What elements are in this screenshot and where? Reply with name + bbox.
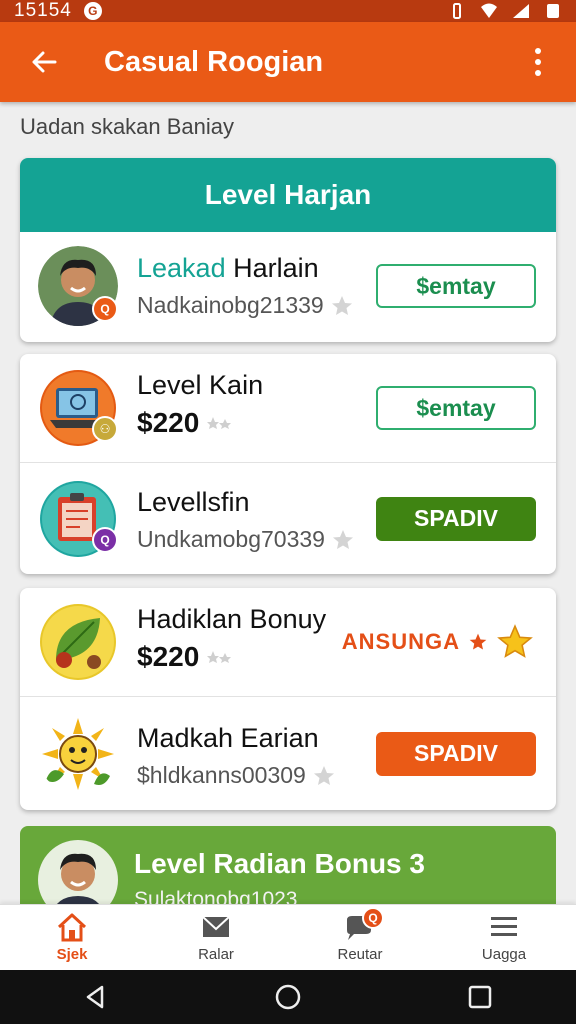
action-button[interactable]: SPADIV [376, 496, 536, 541]
nav-item-chat[interactable]: Q Reutar [288, 905, 432, 970]
item-subtext: Nadkainobg21339 [137, 292, 354, 319]
menu-icon [491, 917, 517, 936]
nav-label: Sjek [56, 946, 88, 963]
card-title: Level Radian Bonus 3 [134, 848, 425, 879]
item-price: $220 [137, 407, 263, 439]
nav-label: Reutar [337, 946, 383, 963]
item-price: $220 [137, 641, 326, 673]
more-vertical-icon[interactable] [522, 40, 554, 84]
star-icon [331, 295, 352, 315]
item-subtext: Undkamobg70339 [137, 526, 355, 553]
nav-item-home[interactable]: Sjek [0, 905, 144, 970]
item-name: Madkah Earian [137, 723, 319, 753]
status-time: 15154 [14, 0, 72, 21]
star-icon [497, 624, 533, 658]
system-navigation-bar [0, 970, 576, 1024]
star-icon [332, 529, 353, 549]
system-recents-icon[interactable] [466, 983, 494, 1011]
battery-icon [547, 4, 559, 18]
system-back-icon[interactable] [82, 983, 110, 1011]
wifi-icon [481, 3, 497, 18]
level-card-1: Level Harjan Q Leakad Harlain Nadkainobg… [20, 158, 556, 342]
promo-badge[interactable]: ANSUNGA [342, 623, 534, 661]
app-bar: Casual Roogian [0, 22, 576, 102]
claim-button[interactable]: $emtay [376, 386, 536, 430]
home-icon [57, 913, 87, 942]
bottom-navigation: Sjek Ralar Q Reutar Uagga [0, 904, 576, 970]
notification-badge-icon: Q [362, 907, 384, 929]
leaf-icon [40, 604, 116, 680]
level-card-4[interactable]: Level Radian Bonus 3 Sulaktonobg1023 [20, 826, 556, 916]
item-name: Levellsfin [137, 487, 250, 517]
status-bar: 15154 G [0, 0, 576, 22]
action-button[interactable]: SPADIV [376, 731, 536, 776]
item-name: Hadiklan Bonuy [137, 604, 327, 634]
nav-label: Uagga [481, 946, 527, 963]
star-icon [207, 417, 232, 429]
list-item: Madkah Earian $hldkanns00309 SPADIV [20, 696, 556, 810]
page-title: Casual Roogian [104, 45, 324, 78]
back-button[interactable] [22, 40, 66, 84]
list-item: Q Levellsfin Undkamobg70339 SPADIV [20, 462, 556, 574]
gamepad-badge-icon: ⚇ [92, 416, 118, 442]
list-item: Q Leakad Harlain Nadkainobg21339 $emtay [20, 232, 556, 340]
vibrate-icon [453, 3, 461, 19]
nav-item-mail[interactable]: Ralar [144, 905, 288, 970]
nav-label: Ralar [198, 946, 234, 963]
item-name: Leakad Harlain [137, 253, 319, 283]
claim-button[interactable]: $emtay [376, 264, 536, 308]
level-card-3: Hadiklan Bonuy $220 ANSUNGA Madkah Earia… [20, 588, 556, 810]
sun-icon [42, 717, 114, 790]
item-name: Level Kain [137, 370, 264, 400]
card-header: Level Harjan [20, 158, 556, 232]
system-home-icon[interactable] [274, 983, 302, 1011]
arrow-left-icon [32, 51, 57, 73]
star-icon [469, 633, 487, 650]
signal-icon [513, 4, 529, 18]
list-item: ⚇ Level Kain $220 $emtay [20, 354, 556, 462]
list-item: Hadiklan Bonuy $220 ANSUNGA [20, 588, 556, 696]
star-icon [207, 651, 232, 663]
mail-icon [202, 916, 230, 937]
level-card-2: ⚇ Level Kain $220 $emtay Q Levellsfin Un… [20, 354, 556, 574]
search-badge-icon: Q [92, 296, 118, 322]
section-subtitle: Uadan skakan Baniay [20, 114, 235, 139]
notification-icon: G [83, 2, 102, 20]
search-badge-icon: Q [92, 527, 118, 553]
item-subtext: $hldkanns00309 [137, 762, 336, 789]
nav-item-menu[interactable]: Uagga [432, 905, 576, 970]
star-icon [313, 765, 334, 785]
